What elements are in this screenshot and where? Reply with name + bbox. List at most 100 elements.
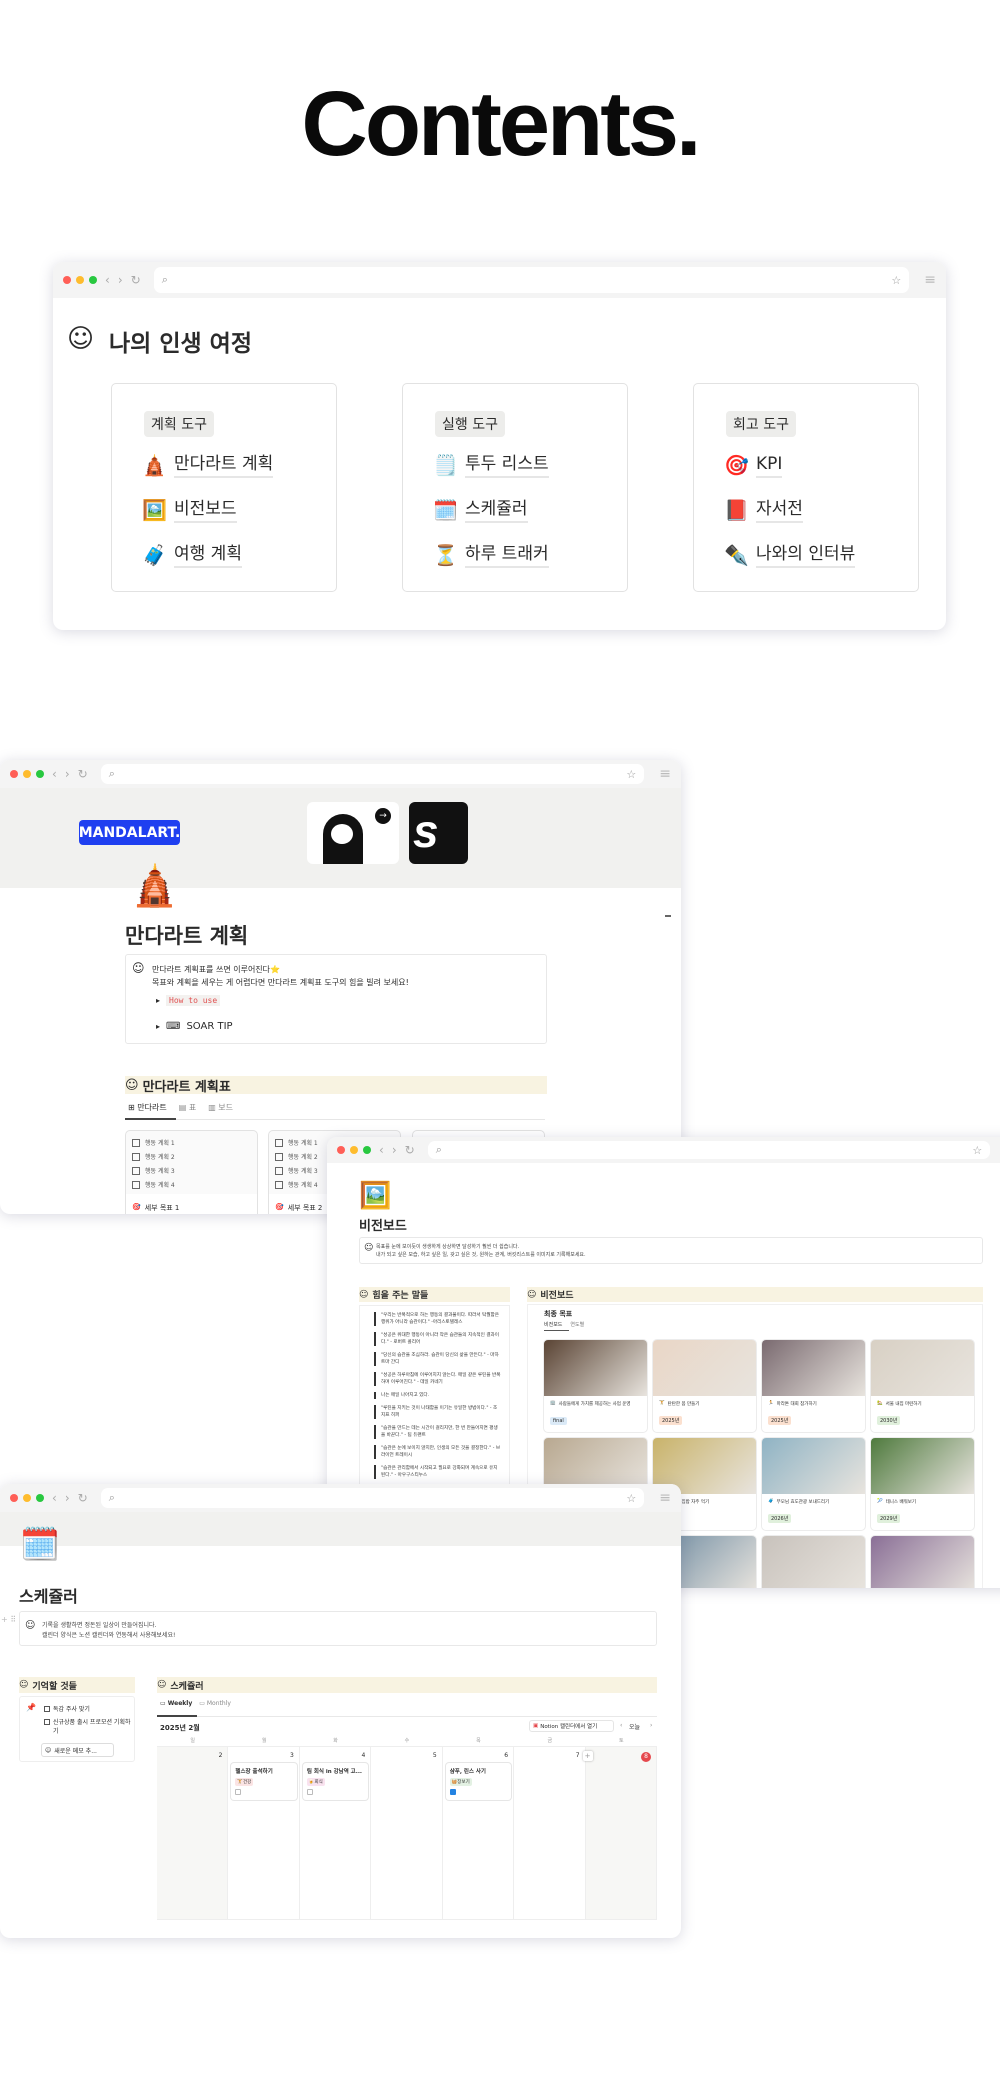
window-yellow-dot[interactable] [76, 276, 84, 284]
checkbox[interactable] [132, 1180, 140, 1189]
open-in-notion-calendar-button[interactable]: ▣ Notion 캘린더에서 열기 [529, 1720, 614, 1732]
tool-link[interactable]: 🗓️ 스케쥴러 [433, 497, 528, 523]
plan-checkbox-row[interactable]: 행동 계획 2 [132, 1152, 175, 1161]
memo-item[interactable]: 신규상품 출시 프로모션 기획하기 [44, 1718, 132, 1736]
back-icon[interactable]: ‹ [105, 273, 110, 287]
vision-card[interactable] [871, 1536, 974, 1588]
vision-card[interactable] [762, 1536, 865, 1588]
tool-link[interactable]: 🗒️ 투두 리스트 [433, 452, 549, 478]
plan-checkbox-row[interactable]: 행동 계획 1 [132, 1138, 175, 1147]
day-column[interactable]: 7 + [514, 1747, 593, 1919]
checkbox[interactable] [44, 1706, 50, 1712]
window-green-dot[interactable] [89, 276, 97, 284]
day-column[interactable]: 2 [157, 1747, 229, 1919]
checkbox[interactable] [132, 1166, 140, 1175]
forward-icon[interactable]: › [65, 767, 70, 781]
vision-card[interactable]: 🎾테니스 배워보기2029년버킷리스트 [871, 1438, 974, 1530]
window-red-dot[interactable] [337, 1146, 345, 1154]
vision-card[interactable]: 🏃마라톤 대회 참가하기2025년버킷리스트 [762, 1340, 865, 1432]
event-card[interactable]: 팀 회식 in 강남역 고... 🍺회식 [302, 1763, 369, 1800]
address-bar[interactable]: ⌕ ☆ [427, 1140, 991, 1160]
window-yellow-dot[interactable] [23, 1494, 31, 1502]
window-green-dot[interactable] [36, 1494, 44, 1502]
plan-checkbox-row[interactable]: 행동 계획 4 [275, 1180, 318, 1189]
view-tab[interactable]: ⊞ 만다라트 [128, 1102, 167, 1113]
event-card[interactable]: 헬스장 출석하기 🏋️건강 [231, 1763, 297, 1800]
plan-checkbox-row[interactable]: 행동 계획 2 [275, 1152, 318, 1161]
menu-icon[interactable]: ≡ [659, 766, 671, 782]
vision-card[interactable]: 🏡서울 내집 마련하기2030년달성중 [871, 1340, 974, 1432]
checkbox[interactable] [275, 1166, 283, 1175]
add-event-button[interactable]: + [582, 1751, 593, 1761]
address-bar[interactable]: ⌕ ☆ [153, 267, 910, 293]
tool-link[interactable]: ✒️ 나와의 인터뷰 [724, 542, 856, 568]
menu-icon[interactable]: ≡ [659, 1490, 671, 1506]
tool-link[interactable]: 🎯 KPI [724, 452, 783, 478]
day-column[interactable]: 8 [585, 1747, 657, 1919]
forward-icon[interactable]: › [65, 1491, 70, 1505]
vision-card[interactable]: 🏋️탄탄한 몸 만들기2025년버킷리스트 [653, 1340, 756, 1432]
day-column[interactable]: 5 [371, 1747, 443, 1919]
view-tab[interactable]: ▤ 표 [179, 1102, 196, 1113]
checkbox[interactable] [132, 1152, 140, 1161]
bookmark-star-icon[interactable]: ☆ [626, 1492, 636, 1505]
event-checkbox[interactable] [306, 1789, 313, 1795]
forward-icon[interactable]: › [392, 1143, 397, 1157]
mandalart-card[interactable]: 행동 계획 1 행동 계획 2 행동 계획 3 행동 계획 4 🎯 세부 목표 1 [125, 1130, 258, 1214]
checkbox[interactable] [275, 1180, 283, 1189]
prev-week-button[interactable]: ‹ [620, 1722, 622, 1729]
tool-link[interactable]: 📕 자서전 [724, 497, 803, 523]
calendar-view-tab[interactable]: ▭ Monthly [199, 1700, 231, 1707]
plan-checkbox-row[interactable]: 행동 계획 4 [132, 1180, 175, 1189]
plan-checkbox-row[interactable]: 행동 계획 1 [275, 1138, 318, 1147]
reload-icon[interactable]: ↻ [78, 1491, 88, 1505]
checkbox[interactable] [132, 1138, 140, 1147]
calendar-view-tab[interactable]: ▭ Weekly [160, 1700, 192, 1707]
back-icon[interactable]: ‹ [52, 767, 57, 781]
menu-icon[interactable]: ≡ [924, 272, 936, 288]
tool-link[interactable]: ⏳ 하루 트래커 [433, 542, 549, 568]
reload-icon[interactable]: ↻ [78, 767, 88, 781]
bookmark-star-icon[interactable]: ☆ [972, 1144, 982, 1157]
window-red-dot[interactable] [10, 1494, 18, 1502]
board-tab[interactable]: 연도별 [570, 1321, 584, 1328]
reload-icon[interactable]: ↻ [131, 273, 141, 287]
block-handle[interactable]: + ⠿ [1, 1615, 16, 1624]
checkbox[interactable] [275, 1152, 283, 1161]
vision-card[interactable]: 🧳부모님 효도관광 보내드리기2026년버킷리스트 [762, 1438, 865, 1530]
next-week-button[interactable]: › [650, 1722, 652, 1729]
window-green-dot[interactable] [36, 770, 44, 778]
board-tab[interactable]: 비전보드 [544, 1321, 562, 1328]
view-tab[interactable]: ▥ 보드 [208, 1102, 233, 1113]
plan-checkbox-row[interactable]: 행동 계획 3 [132, 1166, 175, 1175]
tool-link[interactable]: 🖼️ 비전보드 [142, 497, 237, 523]
tool-link[interactable]: 🛕 만다라트 계획 [142, 452, 274, 478]
plan-checkbox-row[interactable]: 행동 계획 3 [275, 1166, 318, 1175]
vision-card[interactable]: 🏢사람들에게 가치를 제공하는 사업 운영final버킷리스트 [544, 1340, 647, 1432]
back-icon[interactable]: ‹ [379, 1143, 384, 1157]
forward-icon[interactable]: › [118, 273, 123, 287]
back-icon[interactable]: ‹ [52, 1491, 57, 1505]
new-memo-button[interactable]: ☺ 새로운 메모 추... [41, 1743, 114, 1757]
window-yellow-dot[interactable] [350, 1146, 358, 1154]
memo-item[interactable]: 독감 주사 맞기 [44, 1705, 132, 1714]
toggle-how-to-use[interactable]: ▸ How to use [156, 995, 221, 1006]
checkbox[interactable] [275, 1138, 283, 1147]
window-yellow-dot[interactable] [23, 770, 31, 778]
tool-link[interactable]: 🧳 여행 계획 [142, 542, 242, 568]
address-bar[interactable]: ⌕ ☆ [100, 764, 645, 784]
reload-icon[interactable]: ↻ [405, 1143, 415, 1157]
toggle-soar-tip[interactable]: ▸ ⌨ SOAR TIP [156, 1021, 233, 1032]
window-red-dot[interactable] [63, 276, 71, 284]
event-checkbox[interactable] [449, 1789, 456, 1795]
event-checkbox[interactable] [235, 1789, 242, 1795]
today-button[interactable]: 오늘 [629, 1722, 640, 1731]
bookmark-star-icon[interactable]: ☆ [626, 768, 636, 781]
window-red-dot[interactable] [10, 770, 18, 778]
weekday-label: 월 [261, 1738, 267, 1744]
window-green-dot[interactable] [363, 1146, 371, 1154]
checkbox[interactable] [44, 1719, 50, 1725]
event-card[interactable]: 샴푸, 린스 사기 🧺장보기 [445, 1763, 512, 1800]
bookmark-star-icon[interactable]: ☆ [891, 274, 901, 287]
address-bar[interactable]: ⌕ ☆ [100, 1488, 645, 1508]
